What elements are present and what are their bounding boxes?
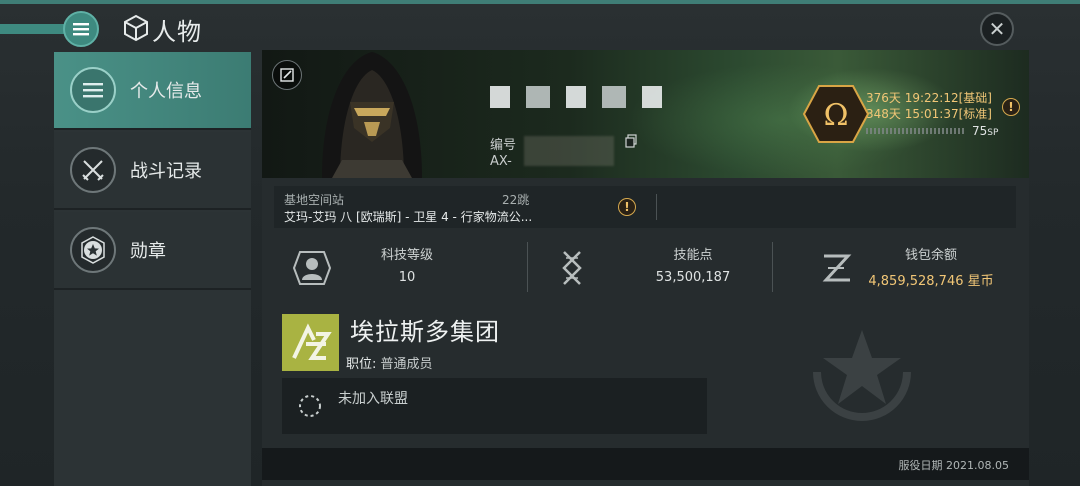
- sidebar-item-combat-log[interactable]: 战斗记录: [54, 132, 251, 210]
- dna-icon: [562, 251, 582, 285]
- character-portrait: [322, 52, 422, 178]
- corporation-logo[interactable]: [282, 314, 339, 371]
- sidebar-item-personal-info[interactable]: 个人信息: [54, 52, 251, 130]
- menu-button[interactable]: [63, 11, 99, 47]
- close-button[interactable]: ✕: [980, 12, 1014, 46]
- edit-icon: [280, 68, 294, 82]
- home-station-row[interactable]: 基地空间站 22跳 艾玛-艾玛 八 [欧瑞斯] - 卫星 4 - 行家物流公..…: [274, 186, 1016, 228]
- character-name-redacted: [490, 86, 662, 108]
- sp-value: 75SP: [972, 124, 999, 138]
- divider: [527, 242, 528, 292]
- stat-skill-points: 技能点 53,500,187: [538, 238, 788, 296]
- stat-value: 4,859,528,746 星币: [868, 274, 994, 289]
- character-id-value: AX-: [490, 154, 512, 169]
- stat-title: 钱包余额: [904, 248, 957, 263]
- top-bar: 人物 ✕: [0, 4, 1080, 50]
- jump-count: 22跳: [502, 193, 530, 207]
- tech-level-icon: [292, 251, 332, 285]
- menu-strip: [0, 24, 64, 34]
- stat-value: 10: [398, 270, 416, 285]
- omega-icon: Ω: [824, 98, 849, 133]
- sp-progress-bar: [866, 128, 966, 134]
- sidebar-item-label: 个人信息: [130, 81, 202, 102]
- role-value: 普通成员: [380, 357, 433, 372]
- stat-wallet: 钱包余额 4,859,528,746 星币: [782, 238, 1032, 296]
- copy-icon[interactable]: [624, 134, 638, 148]
- alliance-box[interactable]: 未加入联盟: [282, 378, 707, 434]
- role-label: 职位:: [346, 357, 377, 372]
- sidebar-item-label: 战斗记录: [130, 161, 202, 182]
- corporation-role: 职位: 普通成员: [346, 353, 433, 372]
- sidebar-item-medals[interactable]: 勋章: [54, 212, 251, 290]
- alliance-status: 未加入联盟: [338, 391, 408, 407]
- warning-icon[interactable]: !: [618, 198, 636, 216]
- character-icon: [124, 14, 148, 42]
- stat-value: 53,500,187: [655, 270, 731, 285]
- stat-title: 技能点: [673, 248, 713, 263]
- star-watermark-icon: [813, 330, 911, 421]
- footer-bar: 服役日期 2021.08.05: [262, 448, 1029, 480]
- stat-tech-level: 科技等级 10: [262, 238, 512, 296]
- character-id-label: 编号: [490, 138, 517, 153]
- divider: [772, 242, 773, 292]
- isk-icon: [822, 254, 852, 282]
- home-station-value: 艾玛-艾玛 八 [欧瑞斯] - 卫星 4 - 行家物流公...: [284, 210, 533, 224]
- stat-title: 科技等级: [380, 248, 433, 263]
- omega-status-badge[interactable]: Ω: [802, 84, 870, 144]
- list-icon: [70, 67, 116, 113]
- corporation-name[interactable]: 埃拉斯多集团: [350, 312, 500, 347]
- stats-row: 科技等级 10 技能点 53,500,187 钱包余额 4,859,528,74…: [262, 238, 1029, 296]
- hamburger-icon: [73, 23, 89, 36]
- home-station-label: 基地空间站: [284, 193, 345, 207]
- character-banner: 编号 AX- Ω 376天 19:22:12[基础] 348天 15:01:37…: [262, 50, 1029, 178]
- sidebar: 个人信息 战斗记录 勋章: [54, 52, 251, 486]
- crossed-swords-icon: [70, 147, 116, 193]
- service-date: 服役日期 2021.08.05: [898, 459, 1009, 472]
- star-badge-icon: [70, 227, 116, 273]
- edit-portrait-button[interactable]: [272, 60, 302, 90]
- sidebar-item-label: 勋章: [130, 241, 166, 262]
- warning-icon[interactable]: !: [1002, 98, 1020, 116]
- page-title: 人物: [152, 18, 202, 46]
- redacted-id-value: [524, 136, 614, 166]
- character-panel: 编号 AX- Ω 376天 19:22:12[基础] 348天 15:01:37…: [262, 50, 1029, 486]
- alliance-icon: [299, 395, 321, 417]
- sp-row: 75SP: [866, 124, 1026, 138]
- subscription-timers: 376天 19:22:12[基础] 348天 15:01:37[标准] 75SP: [866, 90, 1026, 138]
- close-icon: ✕: [988, 17, 1006, 41]
- divider: [656, 194, 657, 220]
